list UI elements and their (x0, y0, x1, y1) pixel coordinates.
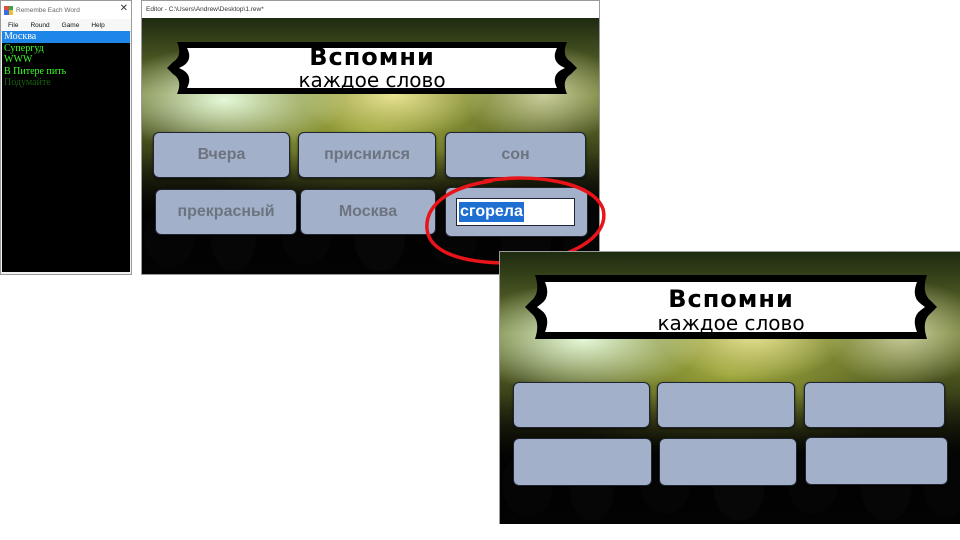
word-tile-3[interactable] (804, 382, 945, 428)
word-tile-5[interactable] (659, 438, 797, 486)
menu-round[interactable]: Round (23, 22, 54, 29)
list-item[interactable]: В Питере пить (2, 66, 130, 78)
list-item[interactable]: WWW (2, 54, 130, 66)
word-tile-1[interactable]: Вчера (153, 132, 290, 178)
menu-game[interactable]: Game (55, 22, 85, 29)
app-title-bar[interactable]: Remembe Each Word ✕ (1, 1, 131, 19)
list-item[interactable]: Подумайте (2, 77, 130, 89)
word-tile-2[interactable] (657, 382, 795, 428)
word-tile-3[interactable]: сон (445, 132, 586, 178)
editor-title: Editor - C:\Users\Andrew\Desktop\1.rew* (146, 6, 264, 13)
word-tile-4[interactable]: прекрасный (155, 189, 297, 235)
phrase-list[interactable]: Москва Супергуд WWW В Питере пить Подума… (2, 31, 130, 272)
menu-file[interactable]: File (1, 22, 23, 29)
list-item[interactable]: Супергуд (2, 43, 130, 55)
word-tile-4[interactable] (513, 438, 652, 486)
banner-subtitle: каждое слово (657, 311, 805, 335)
word-tile-6[interactable] (805, 437, 948, 485)
banner-title: Вспомни (668, 285, 794, 313)
list-item[interactable]: Москва (2, 31, 130, 43)
title-banner: Вспомни каждое слово (521, 271, 941, 343)
banner-subtitle: каждое слово (298, 68, 446, 92)
app-title: Remembe Each Word (16, 6, 80, 14)
menu-help[interactable]: Help (84, 22, 109, 29)
word-tile-2[interactable]: приснился (298, 132, 436, 178)
banner-title: Вспомни (309, 43, 435, 71)
word-tile-5[interactable]: Москва (300, 189, 436, 235)
editor-title-bar[interactable]: Editor - C:\Users\Andrew\Desktop\1.rew* (142, 1, 599, 18)
close-icon[interactable]: ✕ (120, 3, 128, 15)
preview-window: Вспомни каждое слово (499, 251, 960, 524)
app-window: Remembe Each Word ✕ File Round Game Help… (0, 0, 132, 275)
preview-scene: Вспомни каждое слово (500, 252, 960, 524)
app-icon (4, 5, 13, 15)
title-banner: Вспомни каждое слово (163, 38, 581, 98)
word-tile-1[interactable] (513, 382, 650, 428)
